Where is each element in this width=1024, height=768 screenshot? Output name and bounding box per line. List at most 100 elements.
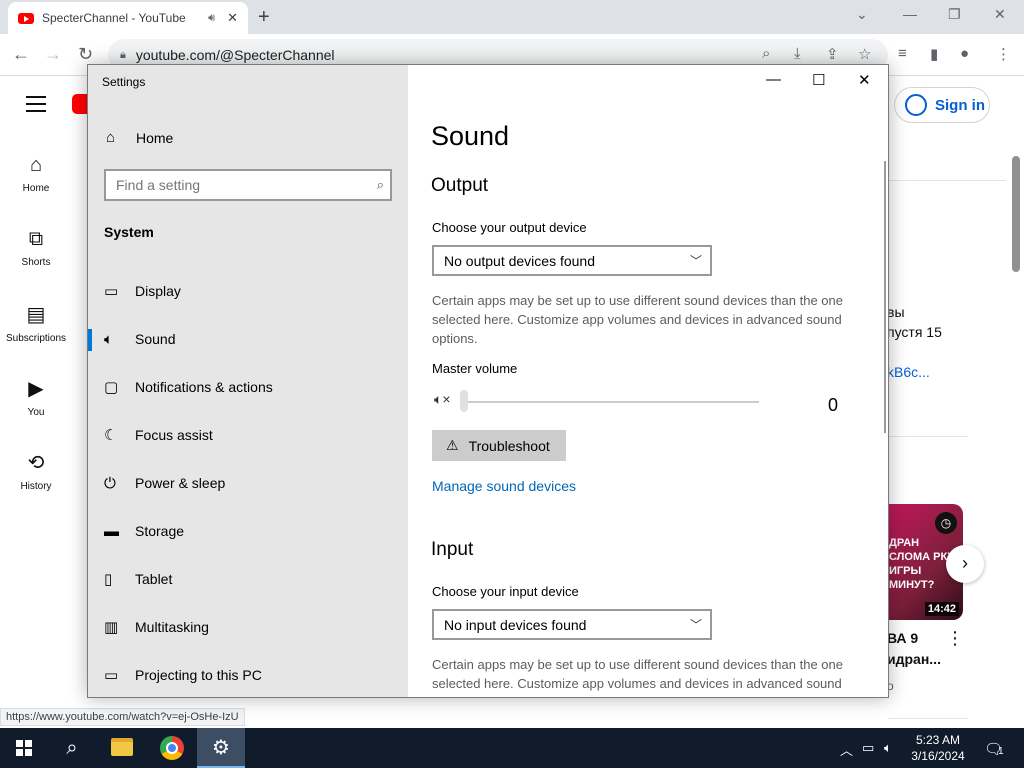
youtube-sidebar-shorts[interactable]: ⧉ Shorts <box>0 228 72 268</box>
search-placeholder: Find a setting <box>116 177 201 193</box>
search-taskbar-button[interactable]: ⌕ <box>48 728 96 768</box>
youtube-divider <box>888 180 1006 181</box>
youtube-sidebar-history[interactable]: ⟲ History <box>0 450 72 492</box>
channel-text-fragment: пустя 15 <box>887 324 942 340</box>
network-icon[interactable]: ▭ <box>862 740 874 756</box>
youtube-menu-icon[interactable] <box>26 96 46 117</box>
close-window-icon[interactable]: ✕ <box>994 6 1006 23</box>
section-heading-system: System <box>104 224 154 240</box>
tab-close-icon[interactable]: ✕ <box>227 10 238 26</box>
sign-in-button[interactable]: Sign in <box>894 87 990 123</box>
video-title-fragment[interactable]: идран... <box>887 651 941 667</box>
restore-icon[interactable]: ❐ <box>948 6 961 23</box>
master-volume-slider-track[interactable] <box>464 401 759 403</box>
settings-home-link[interactable]: ⌂ Home <box>106 129 173 146</box>
chevron-down-icon: ﹀ <box>689 254 702 268</box>
new-tab-button[interactable]: + <box>258 6 270 29</box>
youtube-divider <box>888 436 968 437</box>
nav-label: Power & sleep <box>135 475 226 491</box>
volume-muted-tray-icon[interactable]: 🔈︎ <box>884 740 892 756</box>
settings-taskbar-button[interactable]: ⚙ <box>197 728 245 768</box>
settings-window: Settings ⌂ Home Find a setting ⌕ System … <box>87 64 889 698</box>
clock-date: 3/16/2024 <box>911 749 965 763</box>
browser-tab[interactable]: SpecterChannel - YouTube 🔊︎ ✕ <box>8 2 248 34</box>
youtube-sidebar-home[interactable]: ⌂ Home <box>0 154 72 194</box>
settings-close-icon[interactable]: ✕ <box>858 71 871 89</box>
master-volume-value: 0 <box>828 395 839 415</box>
output-device-select[interactable]: No output devices found ﹀ <box>432 245 712 276</box>
nav-item-focus-assist[interactable]: ☾ Focus assist <box>88 411 408 459</box>
settings-scrollbar[interactable] <box>884 161 886 433</box>
master-volume-slider-thumb[interactable] <box>460 390 468 412</box>
channel-link-fragment[interactable]: kB6c... <box>887 364 930 380</box>
nav-label: Multitasking <box>135 619 209 635</box>
url-text: youtube.com/@SpecterChannel <box>135 47 335 63</box>
home-icon: ⌂ <box>106 129 116 146</box>
taskbar-clock[interactable]: 5:23 AM 3/16/2024 <box>906 732 970 764</box>
volume-muted-icon[interactable]: 🔈︎× <box>434 391 451 408</box>
watch-later-icon[interactable]: ◷ <box>935 512 957 534</box>
bookmark-star-icon[interactable]: ☆ <box>858 45 871 63</box>
video-more-icon[interactable]: ⋮ <box>946 628 964 649</box>
input-device-select[interactable]: No input devices found ﹀ <box>432 609 712 640</box>
page-scrollbar[interactable] <box>1012 156 1020 272</box>
reading-list-icon[interactable]: ≡ <box>898 45 907 62</box>
settings-maximize-icon[interactable]: ☐ <box>812 71 825 89</box>
video-title-fragment[interactable]: ВА 9 <box>887 630 918 646</box>
clock-time: 5:23 AM <box>915 733 961 747</box>
profile-icon[interactable]: ● <box>960 45 969 62</box>
output-note: Certain apps may be set up to use differ… <box>432 293 843 346</box>
nav-item-tablet[interactable]: ▯ Tablet <box>88 555 408 603</box>
folder-icon <box>111 738 133 756</box>
sign-in-label: Sign in <box>935 96 985 114</box>
you-icon: ▶ <box>28 378 44 400</box>
share-icon[interactable]: ⇪ <box>826 45 839 63</box>
nav-item-projecting[interactable]: ▭ Projecting to this PC <box>88 651 408 697</box>
troubleshoot-button[interactable]: ⚠ Troubleshoot <box>432 430 566 461</box>
forward-icon[interactable]: → <box>44 44 62 65</box>
tab-search-icon[interactable]: ⌄ <box>856 6 868 23</box>
lock-icon[interactable]: 🔒︎ <box>120 49 126 62</box>
start-button[interactable] <box>0 728 48 768</box>
youtube-divider <box>888 718 968 719</box>
shorts-icon: ⧉ <box>28 228 44 250</box>
install-icon[interactable]: ⤓ <box>794 45 801 62</box>
settings-minimize-icon[interactable]: — <box>766 71 781 88</box>
back-icon[interactable]: ← <box>12 44 30 65</box>
tablet-icon: ▯ <box>104 571 113 588</box>
nav-item-sound[interactable]: 🔈︎ Sound <box>88 315 408 363</box>
master-volume-label: Master volume <box>432 361 518 376</box>
power-icon: ⏻ <box>104 474 116 492</box>
find-setting-input[interactable]: Find a setting ⌕ <box>104 169 392 201</box>
tab-audio-icon[interactable]: 🔊︎ <box>208 12 215 25</box>
gear-icon: ⚙ <box>212 737 230 759</box>
page-title: Sound <box>431 121 510 151</box>
output-device-label: Choose your output device <box>432 220 587 235</box>
link-status-bubble: https://www.youtube.com/watch?v=ej-OsHe-… <box>0 708 245 726</box>
zoom-search-icon[interactable]: ⌕ <box>762 45 770 62</box>
settings-content-pane: — ☐ ✕ Sound Output Choose your output de… <box>408 65 888 697</box>
youtube-sidebar-you[interactable]: ▶ You <box>0 376 72 418</box>
nav-label: Focus assist <box>135 427 213 443</box>
storage-icon: ▬ <box>104 522 119 540</box>
account-icon <box>905 94 927 116</box>
nav-label: Notifications & actions <box>135 379 273 395</box>
nav-item-multitasking[interactable]: ▥ Multitasking <box>88 603 408 651</box>
reload-icon[interactable]: ↻ <box>78 44 93 65</box>
youtube-sidebar-subscriptions[interactable]: ▤ Subscriptions <box>0 302 72 344</box>
nav-label: Tablet <box>135 571 173 587</box>
manage-sound-devices-link[interactable]: Manage sound devices <box>432 478 576 494</box>
nav-item-storage[interactable]: ▬ Storage <box>88 507 408 555</box>
show-hidden-icons-chevron-icon[interactable]: ︿ <box>840 740 853 759</box>
nav-item-notifications[interactable]: ▢ Notifications & actions <box>88 363 408 411</box>
carousel-next-button[interactable]: › <box>946 545 984 583</box>
input-heading: Input <box>431 539 474 560</box>
minimize-icon[interactable]: — <box>903 6 917 22</box>
sidebar-label: Home <box>22 183 50 194</box>
side-panel-icon[interactable]: ▮ <box>930 45 938 63</box>
nav-item-display[interactable]: ▭ Display <box>88 267 408 315</box>
taskbar: ⌕ ⚙ ︿ ▭ 🔈︎ 5:23 AM 3/16/2024 🗨︎ 1 <box>0 728 1024 768</box>
chrome-menu-icon[interactable]: ⋮ <box>996 45 1011 63</box>
output-device-value: No output devices found <box>444 253 595 269</box>
nav-item-power-sleep[interactable]: ⏻ Power & sleep <box>88 459 408 507</box>
